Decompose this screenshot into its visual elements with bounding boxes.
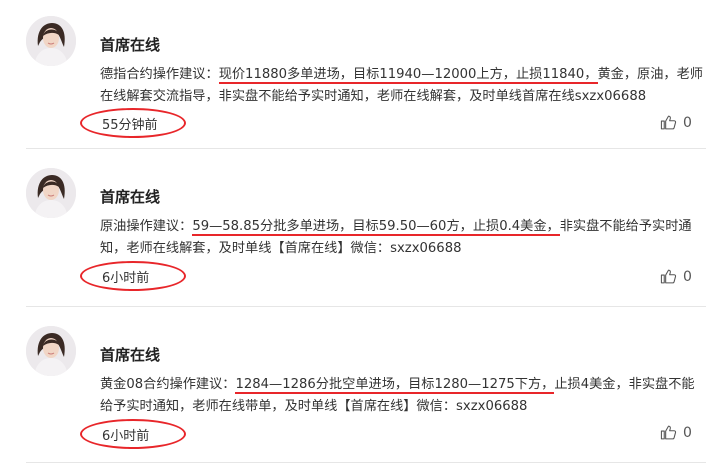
divider — [26, 462, 706, 463]
post-item: 首席在线 黄金08合约操作建议：1284—1286分批空单进场，目标1280—1… — [0, 318, 720, 466]
post-item: 首席在线 德指合约操作建议：现价11880多单进场，目标11940—12000上… — [0, 8, 720, 156]
content-highlight: 现价11880多单进场，目标11940—12000上方，止损11840， — [218, 67, 598, 84]
like-button[interactable]: 0 — [660, 424, 692, 441]
avatar[interactable] — [26, 16, 76, 66]
timestamp-text: 55分钟前 — [102, 118, 158, 133]
content-highlight: 59—58.85分批多单进场，目标59.50—60方，止损0.4美金， — [192, 219, 560, 236]
author-name[interactable]: 首席在线 — [100, 344, 160, 365]
post-content: 德指合约操作建议：现价11880多单进场，目标11940—12000上方，止损1… — [100, 64, 704, 108]
thumbs-up-icon — [660, 115, 677, 130]
avatar[interactable] — [26, 326, 76, 376]
post-content: 原油操作建议：59—58.85分批多单进场，目标59.50—60方，止损0.4美… — [100, 216, 704, 260]
content-text: 德指合约操作建议： — [100, 67, 219, 82]
post-content: 黄金08合约操作建议：1284—1286分批空单进场，目标1280—1275下方… — [100, 374, 704, 418]
content-text: 黄金08合约操作建议： — [100, 377, 236, 392]
like-count: 0 — [683, 114, 692, 131]
like-button[interactable]: 0 — [660, 268, 692, 285]
thumbs-up-icon — [660, 269, 677, 284]
content-highlight: 1284—1286分批空单进场，目标1280—1275下方， — [235, 377, 555, 394]
post-feed: 首席在线 德指合约操作建议：现价11880多单进场，目标11940—12000上… — [0, 0, 720, 468]
timestamp-text: 6小时前 — [102, 429, 150, 444]
divider — [26, 148, 706, 149]
like-button[interactable]: 0 — [660, 114, 692, 131]
like-count: 0 — [683, 268, 692, 285]
divider — [26, 306, 706, 307]
thumbs-up-icon — [660, 425, 677, 440]
like-count: 0 — [683, 424, 692, 441]
author-name[interactable]: 首席在线 — [100, 34, 160, 55]
author-name[interactable]: 首席在线 — [100, 186, 160, 207]
timestamp: 55分钟前 — [80, 108, 190, 140]
timestamp: 6小时前 — [80, 419, 190, 451]
timestamp: 6小时前 — [80, 261, 190, 293]
post-item: 首席在线 原油操作建议：59—58.85分批多单进场，目标59.50—60方，止… — [0, 160, 720, 308]
avatar[interactable] — [26, 168, 76, 218]
timestamp-text: 6小时前 — [102, 271, 150, 286]
content-text: 原油操作建议： — [100, 219, 193, 234]
